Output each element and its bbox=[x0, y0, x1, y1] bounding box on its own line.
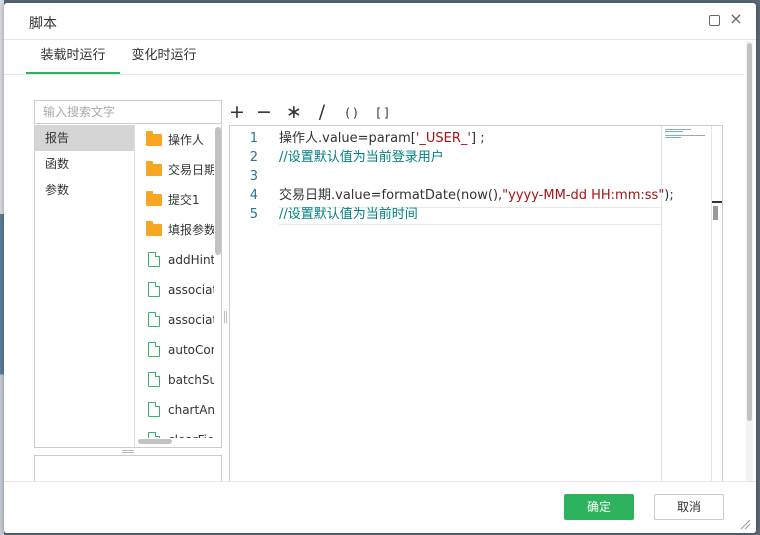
code-token: 操作人.value=param[ bbox=[279, 131, 416, 146]
resize-grip-icon[interactable] bbox=[739, 518, 751, 530]
dialog-scrollbar-thumb[interactable] bbox=[747, 43, 752, 421]
dialog-footer: 确定 取消 bbox=[4, 481, 756, 533]
minimap-line bbox=[665, 137, 681, 138]
tab-bar: 装载时运行 变化时运行 bbox=[4, 40, 744, 75]
code-token-string: '_USER_' bbox=[415, 131, 471, 146]
function-list-hscroll-thumb[interactable] bbox=[138, 439, 172, 444]
file-icon bbox=[148, 402, 160, 417]
code-token: ] ; bbox=[470, 131, 485, 146]
list-item[interactable]: associat bbox=[136, 275, 214, 305]
list-item[interactable]: 交易日期 bbox=[136, 155, 214, 185]
list-item[interactable]: 操作人 bbox=[136, 125, 214, 155]
panel-resize-handle-horizontal[interactable] bbox=[122, 450, 134, 453]
file-icon bbox=[148, 252, 160, 267]
list-item-label: 提交1 bbox=[168, 193, 200, 207]
list-item-label: batchSu bbox=[168, 373, 214, 387]
line-number: 1 bbox=[249, 131, 258, 146]
search-input[interactable] bbox=[34, 100, 222, 124]
code-token-comment: //设置默认值为当前登录用户 bbox=[279, 150, 444, 165]
list-item-label: autoCom bbox=[168, 343, 214, 357]
cancel-button[interactable]: 取消 bbox=[654, 494, 724, 520]
minus-operator-button[interactable]: − bbox=[255, 101, 273, 123]
brackets-operator-button[interactable]: [] bbox=[372, 101, 396, 125]
file-icon bbox=[148, 342, 160, 357]
code-minimap[interactable] bbox=[661, 126, 711, 485]
list-item-label: 交易日期 bbox=[168, 163, 214, 177]
multiply-operator-button[interactable]: ∗ bbox=[285, 101, 303, 123]
list-item-label: associat bbox=[168, 283, 214, 297]
function-list-hscroll[interactable] bbox=[136, 439, 214, 445]
editor-scrollbar[interactable] bbox=[711, 126, 722, 485]
close-icon[interactable]: × bbox=[728, 11, 744, 27]
list-item[interactable]: 提交1 bbox=[136, 185, 214, 215]
code-editor[interactable]: 1 2 3 4 5 操作人.value=param['_USER_'] ; //… bbox=[229, 125, 723, 485]
line-number: 3 bbox=[249, 169, 258, 184]
tab-on-change[interactable]: 变化时运行 bbox=[120, 40, 208, 74]
list-item-label: associat bbox=[168, 313, 214, 327]
line-number: 4 bbox=[249, 188, 258, 203]
line-number-gutter: 1 2 3 4 5 bbox=[230, 126, 274, 485]
editor-cursor-marker bbox=[712, 201, 722, 203]
code-line[interactable]: //设置默认值为当前登录用户 bbox=[279, 148, 444, 167]
list-item[interactable]: clearFiel bbox=[136, 425, 214, 438]
code-line[interactable]: 交易日期.value=formatDate(now(),"yyyy-MM-dd … bbox=[279, 186, 674, 205]
code-line[interactable]: //设置默认值为当前时间 bbox=[279, 205, 418, 224]
folder-icon bbox=[146, 131, 162, 146]
dialog-title-bar: 脚本 × bbox=[4, 3, 756, 40]
tab-on-load[interactable]: 装载时运行 bbox=[26, 40, 120, 74]
list-item-label: 操作人 bbox=[168, 133, 205, 147]
category-list: 报告 函数 参数 bbox=[35, 125, 135, 447]
folder-icon bbox=[146, 161, 162, 176]
list-item[interactable]: addHint( bbox=[136, 245, 214, 275]
divide-operator-button[interactable]: / bbox=[315, 101, 329, 123]
function-list-vscroll-thumb[interactable] bbox=[215, 127, 221, 255]
category-functions[interactable]: 函数 bbox=[35, 151, 134, 177]
list-item[interactable]: associat bbox=[136, 305, 214, 335]
file-icon bbox=[148, 432, 160, 438]
code-token-comment: //设置默认值为当前时间 bbox=[279, 207, 418, 222]
editor-scrollbar-thumb[interactable] bbox=[713, 206, 718, 220]
list-item-label: chartAni bbox=[168, 403, 214, 417]
list-item[interactable]: 填报参数 bbox=[136, 215, 214, 245]
panel-resize-handle-vertical[interactable] bbox=[224, 311, 227, 323]
confirm-button[interactable]: 确定 bbox=[564, 494, 634, 520]
minimap-line bbox=[665, 135, 705, 136]
list-item[interactable]: chartAni bbox=[136, 395, 214, 425]
line-number: 5 bbox=[249, 207, 258, 222]
list-item[interactable]: batchSu bbox=[136, 365, 214, 395]
folder-icon bbox=[146, 191, 162, 206]
code-token: 交易日期.value=formatDate(now(), bbox=[279, 188, 503, 203]
plus-operator-button[interactable]: + bbox=[228, 101, 246, 123]
list-item-label: addHint( bbox=[168, 253, 214, 267]
category-parameters[interactable]: 参数 bbox=[35, 177, 134, 203]
list-item-label: 填报参数 bbox=[168, 223, 214, 237]
maximize-icon[interactable] bbox=[709, 15, 720, 26]
line-number: 2 bbox=[249, 150, 258, 165]
category-report[interactable]: 报告 bbox=[35, 125, 134, 151]
list-item[interactable]: autoCom bbox=[136, 335, 214, 365]
parentheses-operator-button[interactable]: () bbox=[341, 101, 365, 125]
file-icon bbox=[148, 282, 160, 297]
script-dialog: 脚本 × 装载时运行 变化时运行 报告 函数 参数 操作人 交易日期 提交1 填… bbox=[4, 3, 756, 533]
dialog-title: 脚本 bbox=[29, 16, 57, 32]
minimap-line bbox=[665, 131, 683, 132]
file-icon bbox=[148, 372, 160, 387]
list-item-label: clearFiel bbox=[168, 433, 214, 438]
resource-panel: 报告 函数 参数 操作人 交易日期 提交1 填报参数 addHint( asso… bbox=[34, 125, 222, 448]
dialog-scrollbar[interactable] bbox=[746, 41, 753, 481]
file-icon bbox=[148, 312, 160, 327]
function-list: 操作人 交易日期 提交1 填报参数 addHint( associat asso… bbox=[136, 125, 214, 438]
code-token-string: "yyyy-MM-dd HH:mm:ss" bbox=[502, 188, 665, 203]
folder-icon bbox=[146, 221, 162, 236]
function-list-vscroll[interactable] bbox=[215, 127, 221, 437]
minimap-line bbox=[665, 129, 691, 130]
code-line[interactable]: 操作人.value=param['_USER_'] ; bbox=[279, 129, 485, 148]
